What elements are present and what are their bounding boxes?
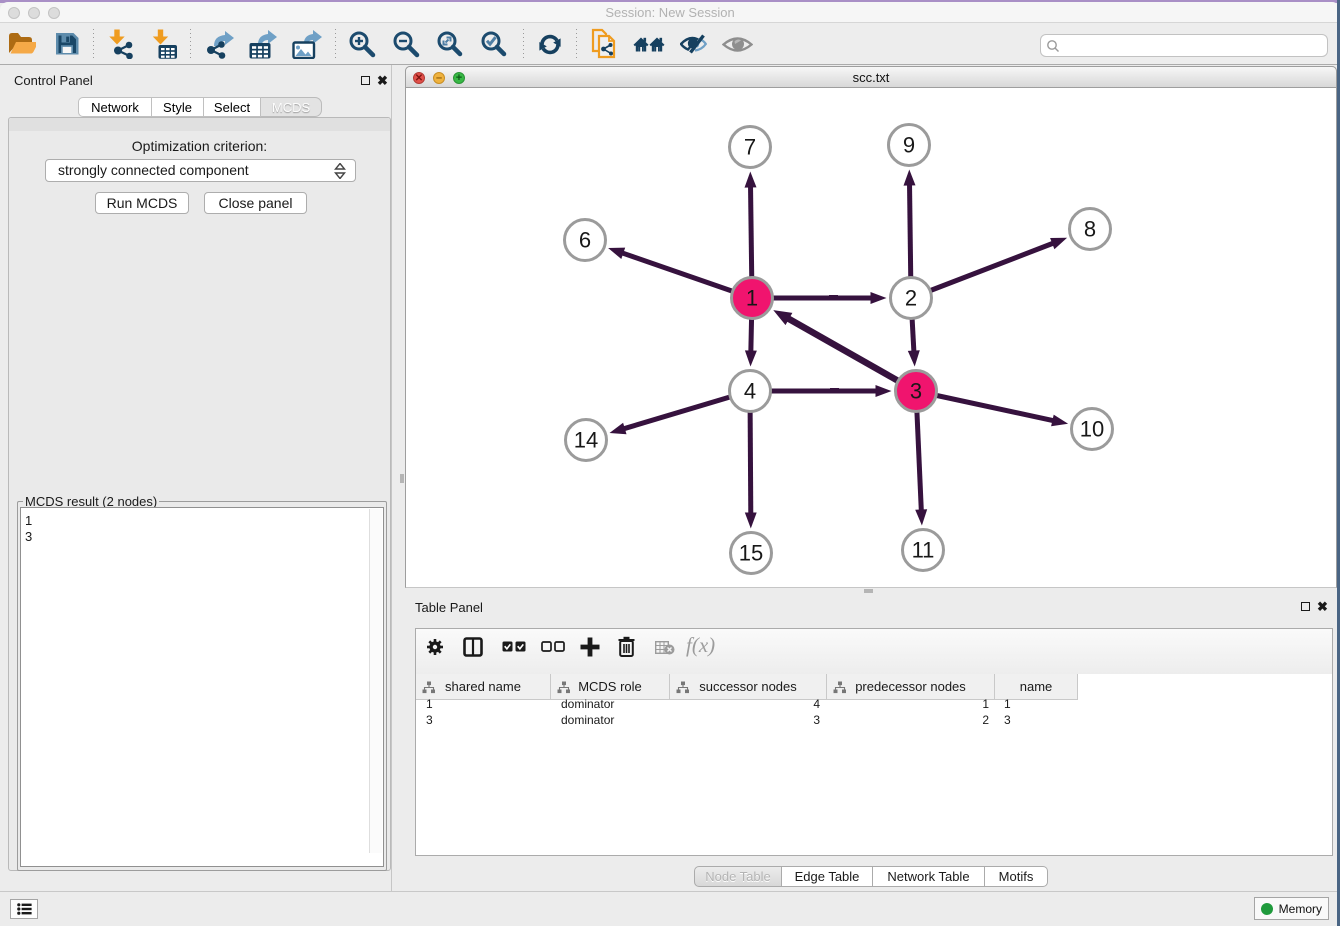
svg-text:11: 11 bbox=[912, 538, 935, 563]
svg-text:15: 15 bbox=[739, 541, 763, 566]
svg-text:8: 8 bbox=[1084, 217, 1096, 242]
svg-text:10: 10 bbox=[1080, 417, 1104, 442]
svg-text:1: 1 bbox=[746, 286, 758, 311]
svg-text:4: 4 bbox=[744, 379, 756, 404]
svg-text:14: 14 bbox=[574, 428, 598, 453]
svg-text:6: 6 bbox=[579, 228, 591, 253]
svg-text:2: 2 bbox=[905, 286, 917, 311]
svg-text:7: 7 bbox=[744, 135, 756, 160]
svg-text:9: 9 bbox=[903, 133, 915, 158]
svg-text:3: 3 bbox=[910, 379, 922, 404]
